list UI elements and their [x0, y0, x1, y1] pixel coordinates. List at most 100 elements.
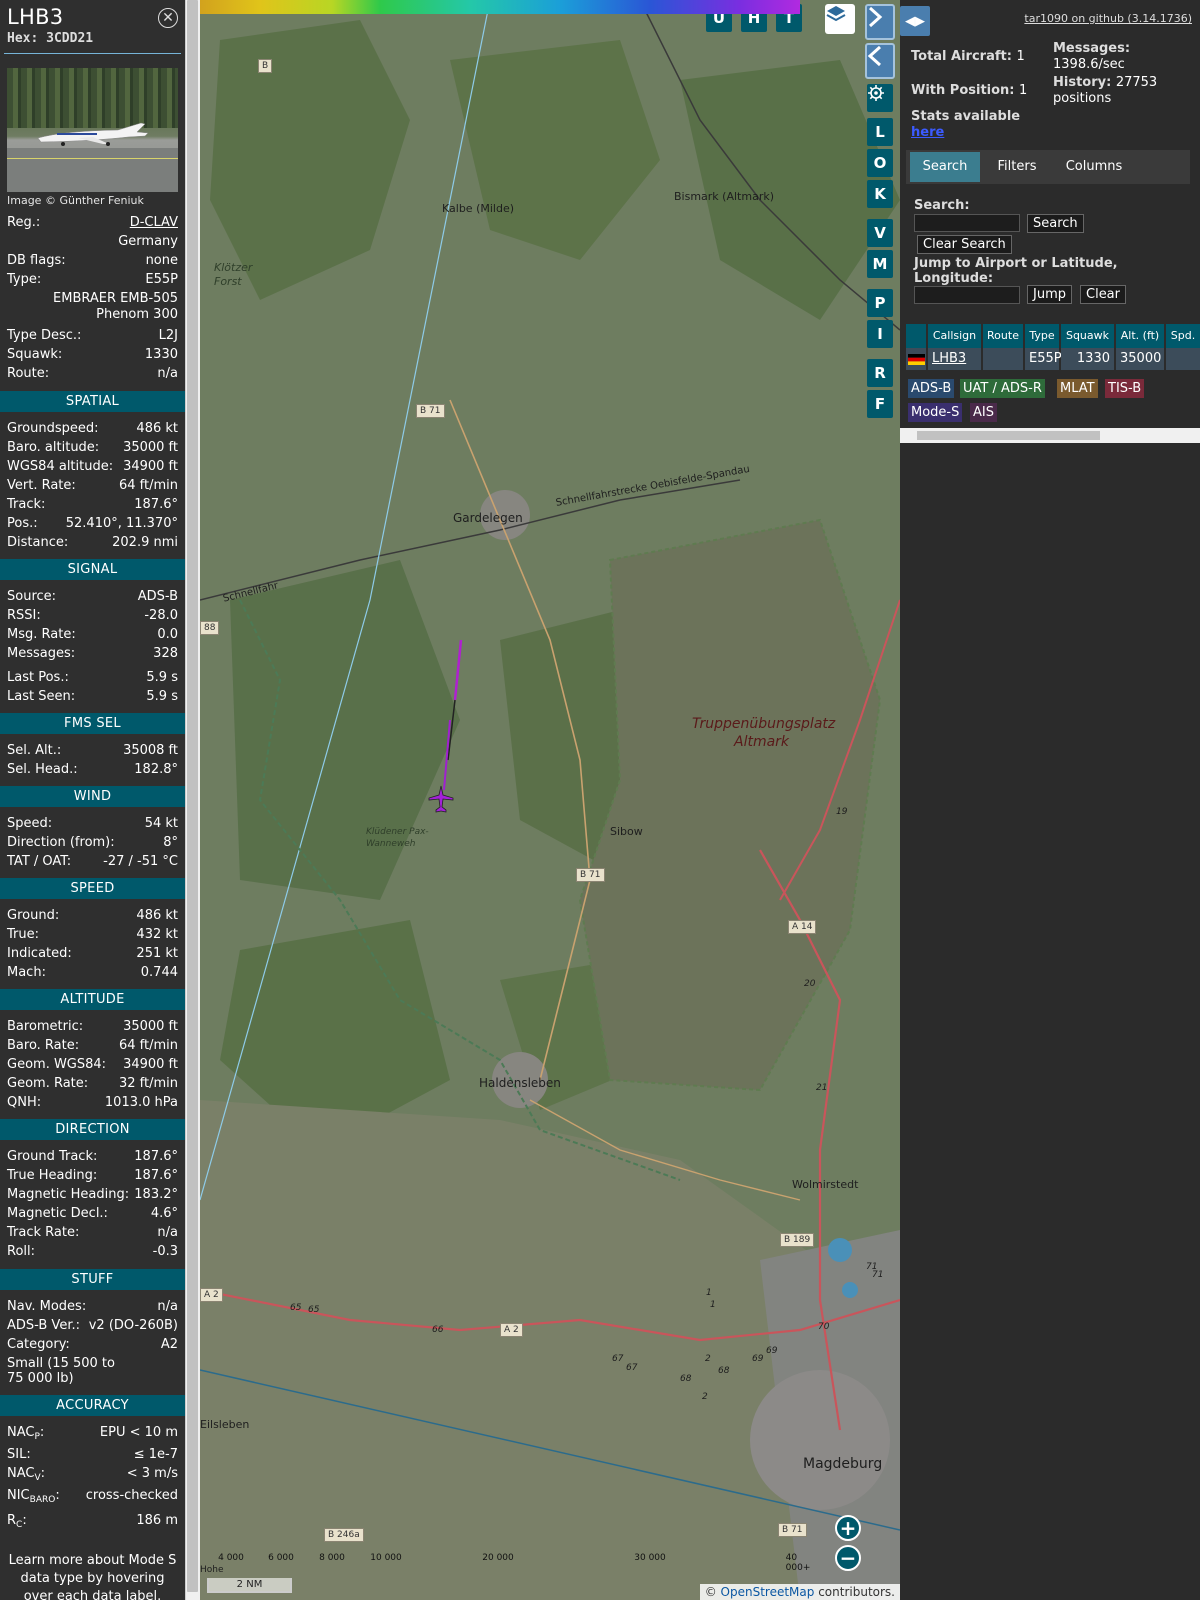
km-marker: 19 — [836, 807, 848, 817]
toggle-f-button[interactable]: F — [867, 390, 893, 418]
nacp-row: NACP: EPU < 10 m — [7, 1425, 178, 1442]
lastseen-row: Last Seen: 5.9 s — [7, 689, 178, 704]
column-header[interactable]: Route — [983, 324, 1025, 348]
info-scrollbar-thumb[interactable] — [187, 0, 198, 1592]
toggle-m-button[interactable]: M — [867, 250, 893, 278]
header-divider — [4, 53, 181, 54]
column-header[interactable]: Type — [1025, 324, 1061, 348]
section-stuff: STUFF — [0, 1269, 185, 1290]
place-label: Haldensleben — [479, 1076, 561, 1090]
osm-link[interactable]: OpenStreetMap — [721, 1585, 815, 1599]
toggle-i-button[interactable]: I — [867, 320, 893, 348]
section-accuracy: ACCURACY — [0, 1395, 185, 1416]
legend-badge-mlat: MLAT — [1057, 379, 1098, 398]
qnh-row: QNH: 1013.0 hPa — [7, 1095, 178, 1110]
lastpos-row: Last Pos.: 5.9 s — [7, 670, 178, 685]
mdecl-row: Magnetic Decl.: 4.6° — [7, 1206, 178, 1221]
legend-label: 6 000 — [268, 1553, 294, 1563]
column-header[interactable]: Callsign — [928, 324, 983, 348]
tab-search[interactable]: Search — [910, 152, 980, 182]
jump-input[interactable] — [914, 286, 1020, 304]
toggle-v-button[interactable]: V — [867, 219, 893, 247]
photo-credit: Image © Günther Feniuk — [7, 194, 144, 207]
tab-filters[interactable]: Filters — [984, 152, 1050, 182]
toggle-l-button[interactable]: L — [867, 118, 893, 146]
legend-badge-modes: Mode-S — [908, 403, 963, 422]
windspeed-row: Speed: 54 kt — [7, 816, 178, 831]
route-row: Route: n/a — [7, 366, 178, 381]
place-label: Klüdener Pax-Wanneweh — [366, 827, 429, 849]
clear-search-button[interactable]: Clear Search — [917, 235, 1012, 254]
map-scale: 2 NM — [207, 1578, 292, 1593]
aircraft-photo[interactable] — [7, 68, 178, 192]
settings-button[interactable] — [867, 84, 893, 112]
github-link[interactable]: tar1090 on github (3.14.1736) — [1024, 12, 1192, 25]
mhead-row: Magnetic Heading: 183.2° — [7, 1187, 178, 1202]
road-shield: B 189 — [780, 1233, 815, 1247]
jump-label: Jump to Airport or Latitude, Longitude: — [914, 256, 1118, 286]
next-button[interactable] — [865, 4, 895, 40]
km-marker: 66 — [432, 1325, 444, 1335]
toggle-r-button[interactable]: R — [867, 359, 893, 387]
reg-row: Reg.: D-CLAV — [7, 215, 178, 230]
legend-badge-uat: UAT / ADS-R — [960, 379, 1045, 398]
place-label: Kalbe (Milde) — [442, 202, 514, 215]
km-marker: 2 — [702, 1392, 708, 1402]
km-marker: 67 — [626, 1363, 638, 1373]
clear-jump-button[interactable]: Clear — [1080, 285, 1126, 304]
squawk-row: Squawk: 1330 — [7, 347, 178, 362]
spd-ground-row: Ground: 486 kt — [7, 908, 178, 923]
trackrate-row: Track Rate: n/a — [7, 1225, 178, 1240]
toggle-sidebar-button[interactable]: ◀▶ — [900, 6, 930, 36]
zoom-out-button[interactable]: − — [835, 1545, 861, 1571]
table-horizontal-scrollbar[interactable] — [900, 428, 1200, 443]
road-shield: B 71 — [778, 1523, 807, 1537]
section-signal: SIGNAL — [0, 559, 185, 580]
column-header[interactable]: Alt. (ft) — [1116, 324, 1166, 348]
road-shield: A 14 — [788, 920, 817, 934]
column-header[interactable] — [906, 324, 928, 348]
place-label: Wolmirstedt — [792, 1178, 859, 1191]
spd-true-row: True: 432 kt — [7, 927, 178, 942]
place-label: Magdeburg — [803, 1456, 883, 1472]
stats-link[interactable]: here — [911, 125, 944, 140]
km-marker: 68 — [680, 1374, 692, 1384]
zoom-in-button[interactable]: + — [835, 1515, 861, 1541]
km-marker: 1 — [710, 1300, 716, 1310]
toggle-p-button[interactable]: P — [867, 289, 893, 317]
search-button[interactable]: Search — [1027, 214, 1084, 233]
source-row: Source: ADS-B — [7, 589, 178, 604]
place-label: Altmark — [734, 734, 790, 750]
registration-link[interactable]: D-CLAV — [130, 215, 178, 230]
country-row: Germany — [118, 234, 178, 249]
km-marker: 21 — [816, 1083, 828, 1093]
layers-icon — [826, 6, 846, 22]
search-input[interactable] — [914, 214, 1020, 232]
msgrate-row: Msg. Rate: 0.0 — [7, 627, 178, 642]
tab-columns[interactable]: Columns — [1054, 152, 1134, 182]
legend-label: 4 000 — [218, 1553, 244, 1563]
rssi-row: RSSI: -28.0 — [7, 608, 178, 623]
dbflags-row: DB flags: none — [7, 253, 178, 268]
toggle-o-button[interactable]: O — [867, 149, 893, 177]
prev-button[interactable] — [865, 43, 895, 79]
legend-badge-ais: AIS — [970, 403, 997, 422]
nacv-row: NACV: < 3 m/s — [7, 1466, 178, 1483]
aircraft-icon[interactable] — [428, 785, 454, 813]
tat-row: TAT / OAT: -27 / -51 °C — [7, 854, 178, 869]
navmodes-row: Nav. Modes: n/a — [7, 1299, 178, 1314]
map-background — [200, 0, 900, 1600]
type-cell: E55P — [1025, 348, 1062, 370]
column-header[interactable]: Spd. — [1166, 324, 1200, 348]
layers-button[interactable] — [825, 4, 855, 34]
close-icon[interactable]: ✕ — [158, 8, 178, 28]
jump-button[interactable]: Jump — [1027, 285, 1072, 304]
route-cell — [983, 348, 1025, 370]
column-header[interactable]: Squawk — [1061, 324, 1116, 348]
chevron-right-icon — [868, 6, 883, 28]
callsign-cell[interactable]: LHB3 — [928, 348, 983, 370]
road-shield: B 71 — [576, 868, 605, 882]
map-view[interactable]: Kalbe (Milde) Bismark (Altmark) Klötzer … — [200, 0, 900, 1600]
toggle-k-button[interactable]: K — [867, 180, 893, 208]
chevron-left-icon — [867, 45, 882, 67]
